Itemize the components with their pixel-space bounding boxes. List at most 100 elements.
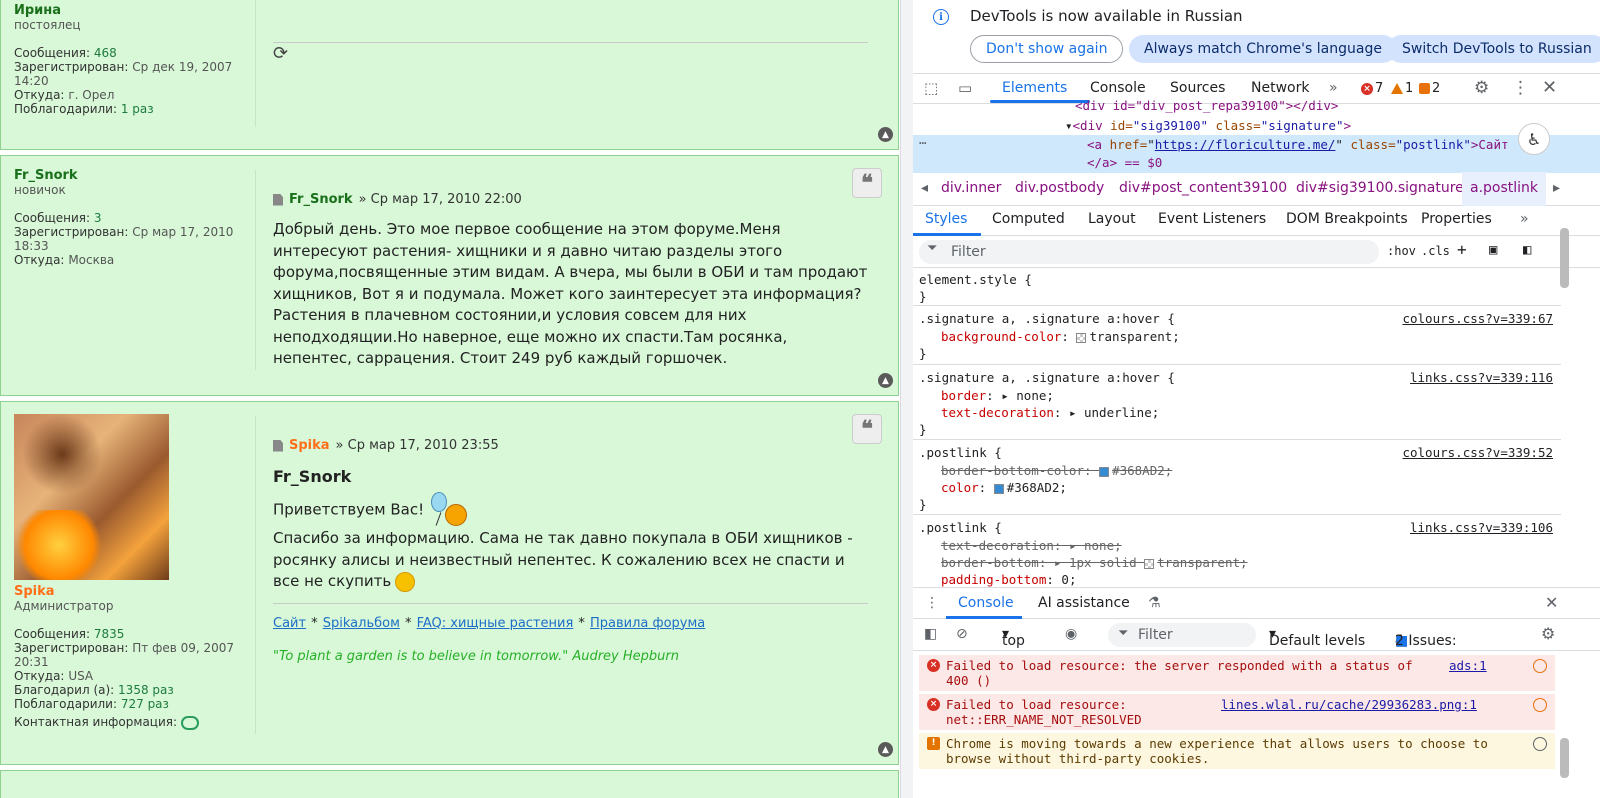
hov-toggle[interactable]: :hov [1387, 244, 1416, 258]
rule-declaration[interactable]: background-color: transparent; [941, 329, 1180, 344]
rule-selector[interactable]: .signature a, .signature a:hover { [919, 311, 1175, 326]
rule-declaration-overridden[interactable]: border-bottom-color: #368AD2; [941, 463, 1172, 478]
switch-devtools-language-button[interactable]: Switch DevTools to Russian [1387, 35, 1600, 63]
live-expression-eye-icon[interactable]: ◉ [1065, 626, 1077, 642]
settings-gear-icon[interactable]: ⚙ [1474, 78, 1489, 98]
style-rule-element: element.style { } [913, 268, 1561, 306]
rule-selector[interactable]: .postlink { [919, 445, 1002, 460]
post-author[interactable]: Fr_Snork [289, 192, 353, 207]
breadcrumb-scroll-right-icon[interactable]: ▸ [1553, 180, 1560, 196]
quote-button[interactable]: ❝ [852, 168, 882, 198]
rule-declaration-overridden[interactable]: border-bottom: ▸ 1px solid transparent; [941, 555, 1248, 570]
dom-ellipsis-icon[interactable]: ⋯ [919, 135, 927, 150]
ai-explain-icon[interactable] [1533, 659, 1547, 673]
drawer-tab-console[interactable]: Console [958, 595, 1014, 611]
username[interactable]: Ирина [14, 3, 254, 18]
console-sidebar-icon[interactable]: ◧ [924, 626, 937, 642]
rule-declaration[interactable]: padding-bottom: 0; [941, 572, 1076, 587]
always-match-language-button[interactable]: Always match Chrome's language [1129, 35, 1397, 63]
tab-properties[interactable]: Properties [1421, 211, 1492, 227]
console-filter-input[interactable]: Filter [1108, 623, 1256, 647]
signature: Сайт * Spikaльбом * FAQ: хищные растения… [273, 612, 868, 664]
quote-button[interactable]: ❝ [852, 414, 882, 444]
tab-layout[interactable]: Layout [1088, 211, 1136, 227]
tab-sources[interactable]: Sources [1170, 80, 1225, 96]
more-subtabs-icon[interactable]: » [1520, 211, 1529, 227]
rule-declaration[interactable]: text-decoration: ▸ underline; [941, 405, 1159, 420]
tab-event-listeners[interactable]: Event Listeners [1158, 211, 1266, 227]
cls-toggle[interactable]: .cls [1421, 244, 1450, 258]
console-scrollbar[interactable] [1560, 738, 1569, 778]
breadcrumb-item[interactable]: div.inner [941, 180, 1001, 196]
issues-count-badge[interactable]: 2 [1419, 81, 1440, 96]
ai-explain-icon[interactable] [1533, 737, 1547, 751]
dom-line-postlink[interactable]: <a href="https://floriculture.me/" class… [1087, 137, 1509, 152]
rule-selector[interactable]: element.style { [919, 272, 1032, 287]
dom-line[interactable]: <div id="div_post_repa39100"></div> [1075, 98, 1338, 113]
breadcrumb-item[interactable]: div#post_content39100 [1119, 180, 1287, 196]
new-rule-icon[interactable]: + [1457, 240, 1467, 259]
tab-computed[interactable]: Computed [992, 211, 1065, 227]
sig-link-faq[interactable]: FAQ: хищные растения [417, 616, 574, 631]
breadcrumb-item[interactable]: div#sig39100.signature [1296, 180, 1464, 196]
rule-source-link[interactable]: links.css?v=339:106 [1410, 520, 1553, 535]
sig-link-rules[interactable]: Правила форума [590, 616, 705, 631]
breadcrumb-item[interactable]: div.postbody [1015, 180, 1104, 196]
console-source-link[interactable]: ads:1 [1449, 658, 1487, 673]
console-source-link[interactable]: lines.wlal.ru/cache/29936283.png:1 [1221, 697, 1477, 712]
styles-scrollbar[interactable] [1560, 228, 1569, 288]
inspect-element-icon[interactable]: ⬚ [924, 79, 938, 97]
username[interactable]: Fr_Snork [14, 168, 254, 183]
more-options-icon[interactable]: ⋮ [1512, 78, 1529, 98]
sig-link-album[interactable]: Spikaльбом [323, 616, 400, 631]
profile-divider [255, 170, 256, 370]
console-settings-gear-icon[interactable]: ⚙ [1541, 624, 1555, 643]
rule-declaration[interactable]: border: ▸ none; [941, 388, 1054, 403]
toggle-sidebar-icon[interactable]: ◧ [1523, 242, 1531, 258]
tab-styles[interactable]: Styles [925, 211, 967, 227]
rule-source-link[interactable]: colours.css?v=339:52 [1402, 445, 1553, 460]
tab-elements[interactable]: Elements [1002, 80, 1067, 96]
post-icon[interactable] [273, 193, 283, 206]
tab-console[interactable]: Console [1090, 80, 1146, 96]
warning-count-badge[interactable]: 1 [1391, 81, 1413, 96]
dont-show-again-button[interactable]: Don't show again [970, 35, 1124, 63]
back-to-top-icon[interactable]: ▲ [878, 742, 893, 757]
post-author[interactable]: Spika [289, 438, 330, 453]
tab-dom-breakpoints[interactable]: DOM Breakpoints [1286, 211, 1408, 227]
context-selector[interactable]: top ▾ [1002, 626, 1025, 649]
more-tabs-icon[interactable]: » [1329, 80, 1338, 96]
post-icon[interactable] [273, 439, 283, 452]
chat-icon[interactable] [181, 715, 200, 730]
back-to-top-icon[interactable]: ▲ [878, 373, 893, 388]
close-drawer-icon[interactable]: ✕ [1545, 593, 1558, 612]
accessibility-icon[interactable]: ♿ [1518, 123, 1550, 155]
filter-icon: ⏷ [1118, 626, 1129, 641]
device-toolbar-icon[interactable]: ▭ [958, 79, 972, 97]
back-to-top-icon[interactable]: ▲ [878, 127, 893, 142]
rule-declaration-overridden[interactable]: text-decoration: ▸ none; [941, 538, 1122, 553]
ai-explain-icon[interactable] [1533, 698, 1547, 712]
rule-selector[interactable]: .signature a, .signature a:hover { [919, 370, 1175, 385]
clear-console-icon[interactable]: ⊘ [956, 626, 968, 642]
user-rank: постоялец [14, 18, 81, 32]
close-devtools-icon[interactable]: ✕ [1542, 77, 1557, 98]
dom-line-signature-div[interactable]: ▾<div id="sig39100" class="signature"> [1065, 118, 1351, 133]
sig-link-site[interactable]: Сайт [273, 616, 306, 631]
drawer-menu-icon[interactable]: ⋮ [925, 595, 939, 611]
styles-filter-input[interactable]: Filter [919, 240, 1379, 264]
breadcrumb-item-active[interactable]: a.postlink [1462, 172, 1547, 206]
breadcrumb-scroll-left-icon[interactable]: ◂ [921, 180, 928, 196]
computed-styles-icon[interactable]: ▣ [1489, 242, 1497, 258]
tab-network[interactable]: Network [1251, 80, 1309, 96]
avatar[interactable] [14, 414, 169, 580]
rule-source-link[interactable]: links.css?v=339:116 [1410, 370, 1553, 385]
rule-selector[interactable]: .postlink { [919, 520, 1002, 535]
log-levels-dropdown[interactable]: Default levels ▾ [1269, 626, 1365, 649]
dom-line-close[interactable]: </a> == $0 [1087, 155, 1162, 170]
drawer-tab-ai-assistance[interactable]: AI assistance [1038, 595, 1130, 611]
username[interactable]: Spika [14, 584, 254, 599]
rule-source-link[interactable]: colours.css?v=339:67 [1402, 311, 1553, 326]
error-count-badge[interactable]: × 7 [1361, 81, 1383, 96]
rule-declaration[interactable]: color: #368AD2; [941, 480, 1067, 495]
